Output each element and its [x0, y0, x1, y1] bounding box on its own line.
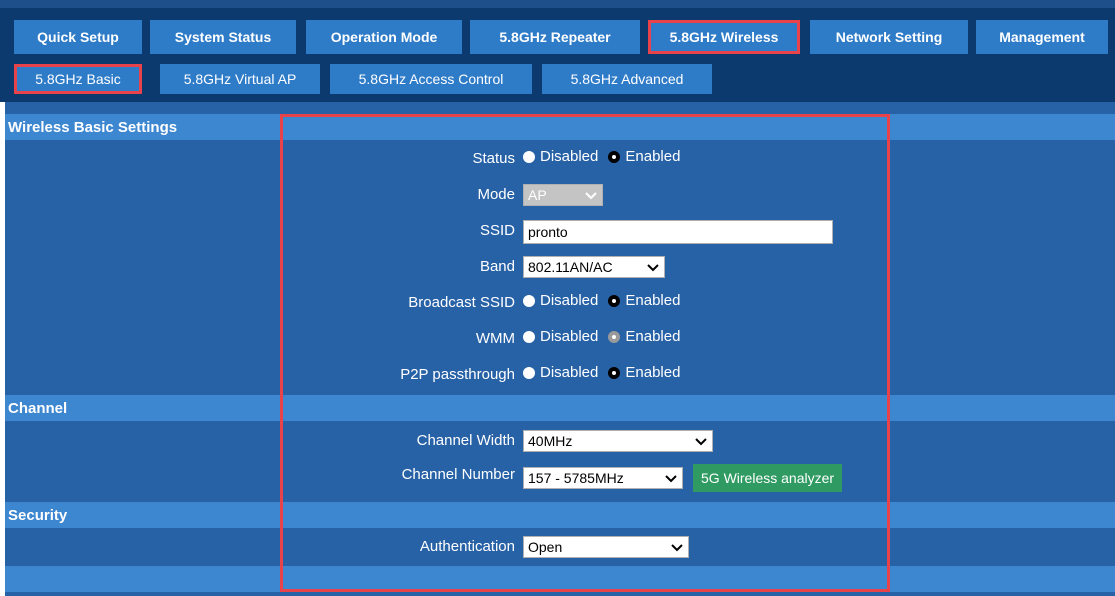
wmm-disabled-radio[interactable] [523, 330, 535, 343]
ssid-label: SSID [479, 222, 515, 239]
p2p-disabled-radio[interactable] [523, 366, 535, 379]
band-value: 802.11AN/AC [528, 259, 613, 275]
tab-label: Quick Setup [37, 29, 119, 45]
channel-number-label: Channel Number [401, 466, 515, 483]
tab-label: System Status [174, 29, 272, 45]
p2p-enabled-label: Enabled [625, 364, 681, 381]
mode-select[interactable]: AP [523, 184, 603, 206]
status-disabled-label: Disabled [540, 148, 599, 165]
sub-nav-bar: 5.8GHz Basic 5.8GHz Virtual AP 5.8GHz Ac… [0, 58, 1115, 102]
tab-network-setting[interactable]: Network Setting [810, 20, 968, 54]
tab-system-status[interactable]: System Status [150, 20, 296, 54]
chevron-down-icon [647, 264, 659, 272]
band-select[interactable]: 802.11AN/AC [523, 256, 665, 278]
authentication-label: Authentication [419, 538, 515, 555]
chevron-down-icon [671, 544, 683, 552]
channel-number-row: Channel Number 157 - 5785MHz 5G Wireless… [5, 462, 1115, 492]
subtab-advanced[interactable]: 5.8GHz Advanced [542, 64, 712, 94]
authentication-row: Authentication Open [5, 534, 1115, 562]
status-row: Status Disabled Enabled [5, 146, 1115, 174]
p2p-disabled-label: Disabled [540, 364, 599, 381]
section-title: Wireless Basic Settings [8, 118, 178, 136]
section-security: Security [5, 502, 1115, 528]
wireless-analyzer-button[interactable]: 5G Wireless analyzer [693, 464, 843, 492]
subtab-basic[interactable]: 5.8GHz Basic [14, 64, 142, 94]
section-wireless-basic: Wireless Basic Settings [5, 114, 1115, 140]
wmm-enabled-label: Enabled [625, 328, 681, 345]
broadcast-ssid-row: Broadcast SSID Disabled Enabled [5, 290, 1115, 318]
status-disabled-radio[interactable] [523, 150, 535, 163]
broadcast-ssid-label: Broadcast SSID [408, 294, 515, 311]
broadcast-enabled-label: Enabled [625, 292, 681, 309]
top-strip [0, 0, 1115, 8]
broadcast-enabled-radio[interactable] [608, 294, 621, 307]
subtab-label: 5.8GHz Advanced [570, 71, 684, 87]
wmm-label: WMM [475, 330, 515, 347]
tab-operation-mode[interactable]: Operation Mode [306, 20, 462, 54]
status-enabled-radio[interactable] [608, 150, 621, 163]
chevron-down-icon [585, 192, 597, 200]
main-nav-bar: Quick Setup System Status Operation Mode… [0, 8, 1115, 58]
channel-width-label: Channel Width [416, 432, 515, 449]
footer-band [5, 566, 1115, 592]
status-enabled-label: Enabled [625, 148, 681, 165]
tab-quick-setup[interactable]: Quick Setup [14, 20, 142, 54]
channel-width-select[interactable]: 40MHz [523, 430, 713, 452]
wmm-row: WMM Disabled Enabled [5, 326, 1115, 354]
channel-width-row: Channel Width 40MHz [5, 428, 1115, 456]
mode-value: AP [528, 187, 547, 203]
band-label: Band [479, 258, 515, 275]
section-channel: Channel [5, 395, 1115, 421]
authentication-select[interactable]: Open [523, 536, 689, 558]
subtab-label: 5.8GHz Virtual AP [183, 71, 297, 87]
channel-number-value: 157 - 5785MHz [528, 470, 624, 486]
mode-label: Mode [477, 186, 515, 203]
subtab-access-control[interactable]: 5.8GHz Access Control [330, 64, 532, 94]
tab-label: Management [999, 29, 1085, 45]
subtab-label: 5.8GHz Access Control [358, 71, 504, 87]
tab-label: Operation Mode [330, 29, 438, 45]
chevron-down-icon [665, 475, 677, 483]
tab-label: 5.8GHz Wireless [669, 29, 779, 45]
tab-management[interactable]: Management [976, 20, 1108, 54]
p2p-row: P2P passthrough Disabled Enabled [5, 362, 1115, 390]
subtab-label: 5.8GHz Basic [35, 71, 121, 87]
subtab-virtual-ap[interactable]: 5.8GHz Virtual AP [160, 64, 320, 94]
p2p-enabled-radio[interactable] [608, 366, 621, 379]
tab-repeater[interactable]: 5.8GHz Repeater [470, 20, 640, 54]
p2p-label: P2P passthrough [400, 366, 515, 383]
ssid-row: SSID pronto [5, 218, 1115, 246]
tab-wireless[interactable]: 5.8GHz Wireless [648, 20, 800, 54]
tab-label: 5.8GHz Repeater [499, 29, 611, 45]
channel-number-select[interactable]: 157 - 5785MHz [523, 467, 683, 489]
band-row: Band 802.11AN/AC [5, 254, 1115, 282]
authentication-value: Open [528, 539, 563, 555]
broadcast-disabled-label: Disabled [540, 292, 599, 309]
section-title: Security [8, 506, 68, 524]
channel-width-value: 40MHz [528, 433, 573, 449]
mode-row: Mode AP [5, 182, 1115, 210]
broadcast-disabled-radio[interactable] [523, 294, 535, 307]
wmm-enabled-radio[interactable] [608, 330, 621, 343]
section-title: Channel [8, 399, 68, 417]
wmm-disabled-label: Disabled [540, 328, 599, 345]
tab-label: Network Setting [835, 29, 943, 45]
chevron-down-icon [695, 438, 707, 446]
ssid-input[interactable]: pronto [523, 220, 833, 244]
status-label: Status [472, 150, 515, 167]
